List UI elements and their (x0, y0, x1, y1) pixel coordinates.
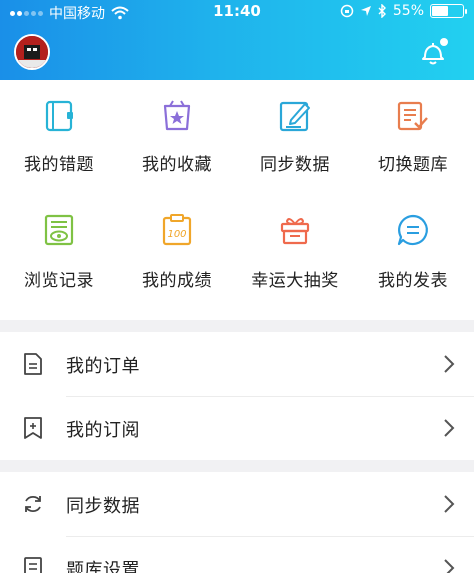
chevron-right-icon (444, 495, 455, 513)
grid-item-wrong-questions[interactable]: 我的错题 (0, 80, 118, 200)
location-icon (360, 6, 371, 16)
battery-percent: 55% (392, 3, 424, 19)
chat-bubble-icon (397, 214, 428, 246)
list-item-my-orders[interactable]: 我的订单 (0, 332, 474, 396)
grid-item-lucky-draw[interactable]: 幸运大抽奖 (236, 198, 354, 318)
svg-text:100: 100 (167, 229, 186, 240)
order-icon (24, 353, 42, 375)
list-item-bank-settings[interactable]: 题库设置 (0, 536, 474, 573)
grid-item-favorites[interactable]: 我的收藏 (118, 80, 236, 200)
list-item-label: 同步数据 (66, 496, 140, 517)
score-100-icon: 100 (162, 214, 192, 246)
list-item-label: 题库设置 (66, 560, 140, 573)
sync-icon (25, 495, 41, 513)
grid-item-browse-history[interactable]: 浏览记录 (0, 198, 118, 318)
grid-item-label: 我的收藏 (142, 155, 212, 175)
list-item-label: 我的订阅 (66, 420, 140, 441)
eye-document-icon (44, 214, 74, 246)
bookmark-icon (24, 417, 42, 439)
grid-item-label: 我的错题 (24, 155, 94, 175)
edit-icon (279, 101, 310, 132)
bell-icon[interactable] (420, 38, 448, 68)
chevron-right-icon (444, 419, 455, 437)
grid-item-label: 幸运大抽奖 (251, 271, 339, 291)
bluetooth-icon (378, 4, 386, 18)
notebook-icon (45, 100, 73, 132)
grid-item-sync-data[interactable]: 同步数据 (236, 80, 354, 200)
grid-item-label: 同步数据 (260, 155, 330, 175)
settings-doc-icon (24, 557, 42, 573)
grid-item-switch-bank[interactable]: 切换题库 (354, 80, 472, 200)
grid-item-label: 切换题库 (378, 155, 448, 175)
feature-grid: 我的错题 我的收藏 同步数据 切换题库 浏览记录 100 我的成绩 幸运大抽奖 … (0, 80, 474, 320)
grid-item-label: 我的成绩 (142, 271, 212, 291)
grid-item-label: 浏览记录 (24, 271, 94, 291)
rotation-lock-icon (340, 4, 354, 18)
list-item-my-subscriptions[interactable]: 我的订阅 (0, 396, 474, 460)
document-check-icon (397, 101, 428, 131)
section-divider (0, 320, 474, 332)
grid-item-my-posts[interactable]: 我的发表 (354, 198, 472, 318)
list-item-label: 我的订单 (66, 356, 140, 377)
avatar[interactable] (14, 34, 50, 70)
list-item-sync-data[interactable]: 同步数据 (0, 472, 474, 536)
chevron-right-icon (444, 355, 455, 373)
star-bag-icon (163, 100, 191, 131)
notification-dot (440, 38, 448, 46)
grid-item-my-scores[interactable]: 100 我的成绩 (118, 198, 236, 318)
section-divider (0, 460, 474, 472)
battery-icon (430, 4, 467, 18)
grid-item-label: 我的发表 (378, 271, 448, 291)
gift-icon (280, 218, 310, 245)
chevron-right-icon (444, 559, 455, 573)
status-bar: 中国移动 11:40 55% (0, 0, 474, 24)
